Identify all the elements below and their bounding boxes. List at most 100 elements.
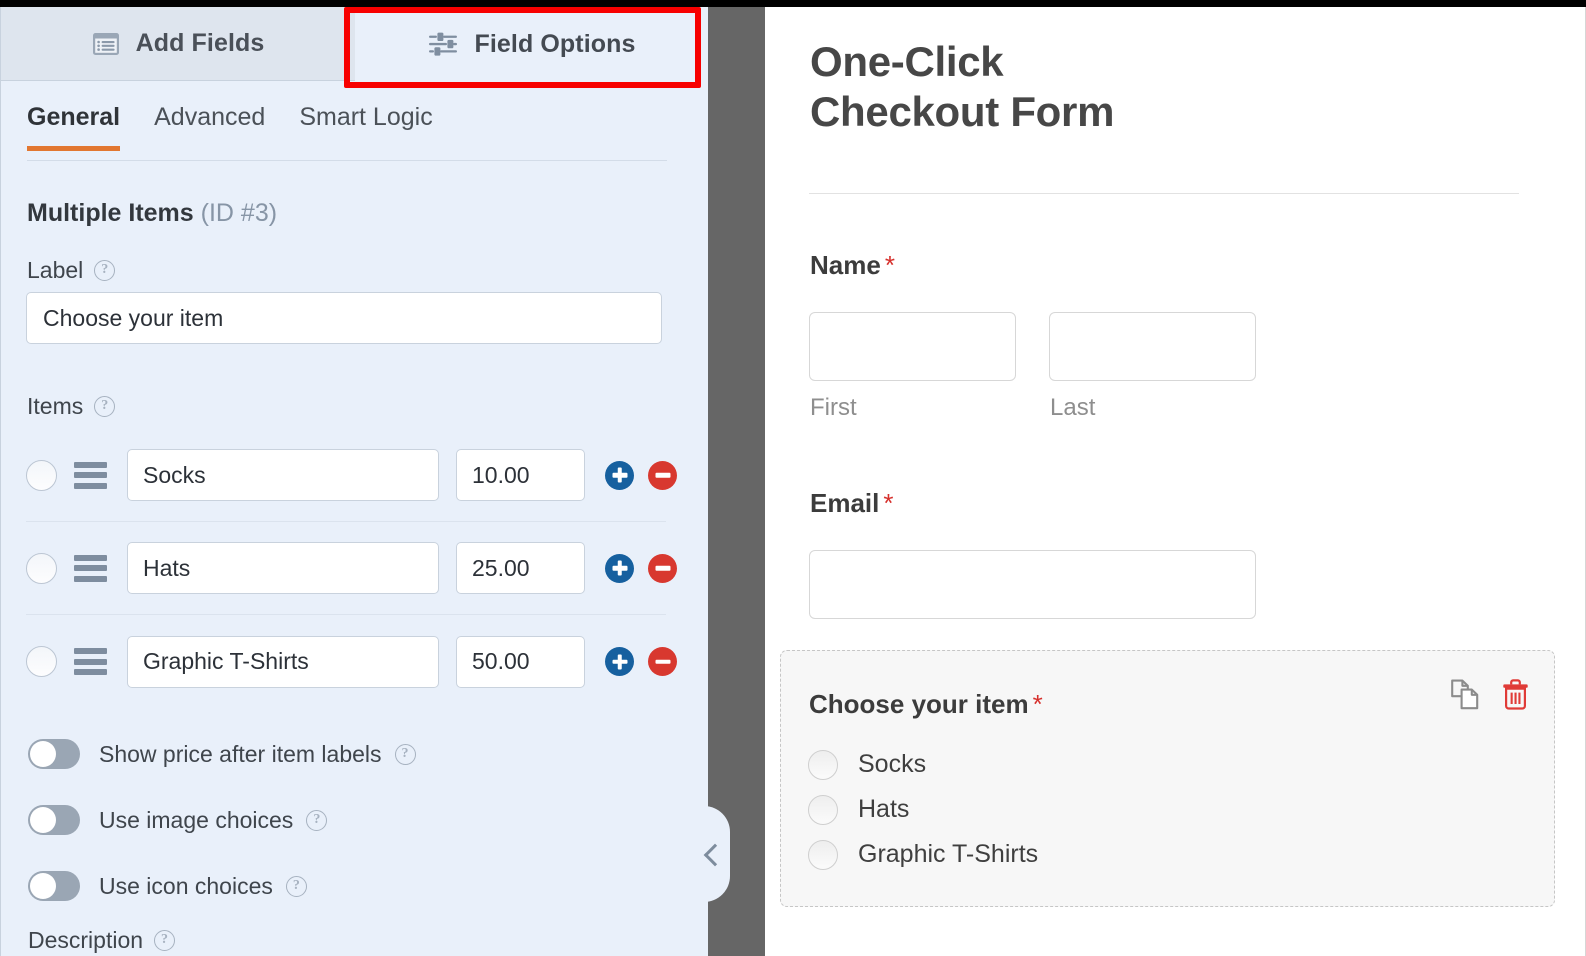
- choose-item-required-marker: *: [1032, 689, 1043, 719]
- tab-add-fields-label: Add Fields: [135, 29, 265, 57]
- item-price-input[interactable]: [456, 449, 585, 501]
- choice-label: Socks: [858, 750, 927, 778]
- drag-handle-icon[interactable]: [74, 554, 107, 582]
- help-icon-icon-choices[interactable]: ?: [285, 875, 307, 897]
- subtab-smart-logic-label: Smart Logic: [299, 103, 433, 131]
- help-icon-label[interactable]: ?: [94, 260, 116, 281]
- item-label-input[interactable]: [127, 542, 439, 594]
- item-radio-preview-icon: [26, 552, 57, 584]
- toggle-show-price[interactable]: [28, 739, 80, 769]
- plus-circle-icon[interactable]: [605, 553, 634, 583]
- subtab-advanced[interactable]: Advanced: [154, 103, 265, 150]
- item-row: [26, 522, 677, 615]
- choose-item-label: Choose your item *: [809, 689, 1043, 720]
- tab-add-fields[interactable]: Add Fields: [1, 7, 355, 81]
- radio-icon[interactable]: [808, 749, 838, 780]
- field-options-body: Multiple Items (ID #3) Label ? Items ?: [1, 161, 709, 956]
- email-field-label: Email *: [810, 488, 894, 519]
- minus-circle-icon[interactable]: [648, 460, 677, 490]
- item-row: [26, 615, 677, 708]
- toggle-image-choices-label-wrap: Use image choices ?: [99, 806, 328, 834]
- choice-label: Graphic T-Shirts: [858, 840, 1039, 868]
- item-radio-preview-icon: [26, 646, 57, 677]
- choice-item[interactable]: Graphic T-Shirts: [808, 832, 1038, 877]
- name-required-marker: *: [884, 250, 895, 280]
- subtab-general-label: General: [27, 103, 121, 131]
- toggle-icon-choices[interactable]: [28, 871, 80, 901]
- field-heading: Multiple Items (ID #3): [27, 199, 277, 228]
- minus-circle-icon[interactable]: [648, 647, 677, 676]
- items-list: [26, 429, 677, 708]
- subtab-general[interactable]: General: [27, 103, 121, 151]
- minus-circle-icon[interactable]: [648, 553, 677, 583]
- toggle-image-choices-label: Use image choices: [99, 806, 294, 833]
- options-toggles: Show price after item labels ? Use image…: [28, 721, 668, 919]
- label-field-title-text: Label: [27, 257, 84, 283]
- duplicate-icon[interactable]: [1450, 679, 1480, 710]
- items-section-title: Items ?: [27, 393, 116, 420]
- plus-circle-icon[interactable]: [605, 647, 634, 676]
- radio-icon[interactable]: [808, 794, 838, 825]
- item-label-input[interactable]: [127, 635, 439, 688]
- choice-item[interactable]: Socks: [808, 742, 1038, 787]
- plus-circle-icon[interactable]: [605, 460, 634, 490]
- choice-item[interactable]: Hats: [808, 787, 1038, 832]
- active-field-choose-your-item[interactable]: Choose your item * Socks Hats Graphic T-…: [780, 650, 1555, 907]
- field-action-buttons: [1450, 679, 1529, 710]
- help-icon-image-choices[interactable]: ?: [306, 809, 328, 831]
- form-preview-panel: One-Click Checkout Form Name * First Last…: [765, 7, 1586, 956]
- form-list-icon: [92, 32, 120, 56]
- field-heading-id: (ID #3): [200, 199, 278, 227]
- item-label-input[interactable]: [127, 449, 439, 501]
- title-divider: [809, 193, 1519, 194]
- tab-field-options[interactable]: Field Options: [355, 7, 709, 81]
- collapse-panel-button[interactable]: [690, 806, 730, 902]
- app-screen: Add Fields Field Options General Advance…: [0, 0, 1586, 956]
- last-name-sublabel: Last: [1050, 394, 1096, 421]
- help-icon-description[interactable]: ?: [154, 930, 176, 951]
- subtab-smart-logic[interactable]: Smart Logic: [299, 103, 432, 150]
- toggle-row-image-choices: Use image choices ?: [28, 787, 668, 853]
- choices-list: Socks Hats Graphic T-Shirts: [808, 742, 1038, 877]
- builder-sub-tabs: General Advanced Smart Logic: [27, 103, 667, 161]
- toggle-show-price-label: Show price after item labels: [99, 740, 382, 767]
- choice-label: Hats: [858, 795, 910, 823]
- choose-item-label-text: Choose your item: [809, 689, 1029, 719]
- subtab-advanced-label: Advanced: [154, 103, 266, 131]
- last-name-input[interactable]: [1049, 312, 1256, 381]
- toggle-image-choices[interactable]: [28, 805, 80, 835]
- name-field-label-text: Name: [810, 250, 881, 280]
- label-input[interactable]: [26, 292, 662, 344]
- email-field-label-text: Email: [810, 488, 880, 518]
- drag-handle-icon[interactable]: [74, 461, 107, 489]
- first-name-input[interactable]: [809, 312, 1016, 381]
- name-field-label: Name *: [810, 250, 895, 281]
- chevron-left-icon: [703, 846, 719, 862]
- page-title-line2: Checkout Form: [810, 87, 1115, 135]
- page-title: One-Click Checkout Form: [810, 37, 1370, 136]
- help-icon-items[interactable]: ?: [94, 396, 116, 417]
- item-radio-preview-icon: [26, 459, 57, 491]
- builder-main-tabs: Add Fields Field Options: [1, 7, 709, 81]
- email-required-marker: *: [883, 488, 894, 518]
- first-name-sublabel: First: [810, 394, 857, 421]
- toggle-icon-choices-label-wrap: Use icon choices ?: [99, 873, 307, 900]
- toggle-row-show-price: Show price after item labels ?: [28, 721, 668, 787]
- toggle-row-icon-choices: Use icon choices ?: [28, 853, 668, 919]
- form-builder-panel: Add Fields Field Options General Advance…: [0, 7, 709, 956]
- description-section-title: Description ?: [28, 927, 176, 954]
- toggle-icon-choices-label: Use icon choices: [99, 872, 273, 899]
- items-section-title-text: Items: [27, 393, 84, 419]
- item-price-input[interactable]: [456, 635, 585, 688]
- item-price-input[interactable]: [456, 542, 585, 594]
- description-section-title-text: Description: [28, 927, 144, 953]
- drag-handle-icon[interactable]: [74, 648, 107, 675]
- trash-icon[interactable]: [1502, 679, 1529, 710]
- toggle-show-price-label-wrap: Show price after item labels ?: [99, 741, 416, 768]
- radio-icon[interactable]: [808, 839, 838, 870]
- help-icon-show-price[interactable]: ?: [394, 743, 416, 765]
- item-row: [26, 429, 677, 522]
- email-input[interactable]: [809, 550, 1256, 619]
- tab-field-options-label: Field Options: [474, 29, 636, 58]
- field-heading-name: Multiple Items: [27, 199, 194, 227]
